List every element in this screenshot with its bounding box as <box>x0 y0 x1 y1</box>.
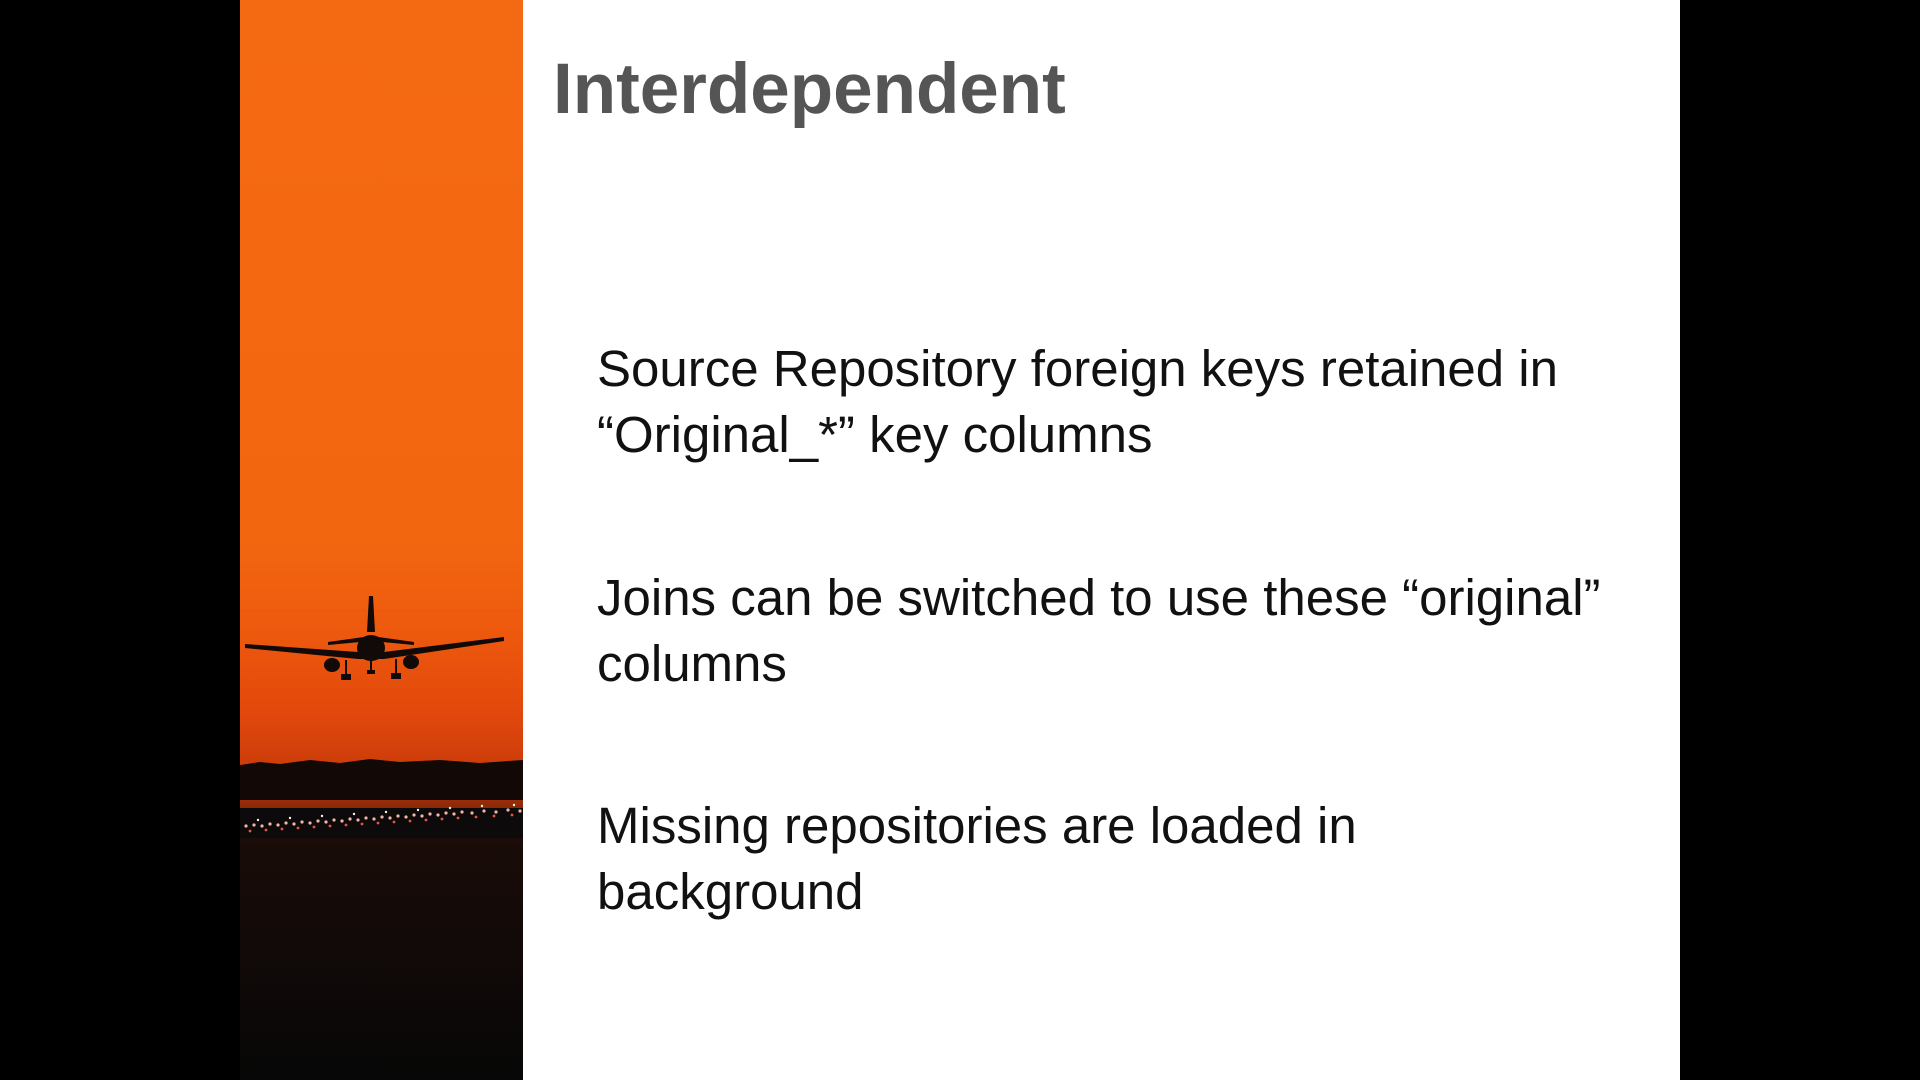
bullet-point-3: Missing repositories are loaded in backg… <box>597 797 1357 920</box>
bullet-point-2: Joins can be switched to use these “orig… <box>597 569 1601 692</box>
sunset-airplane-photo <box>240 0 523 1080</box>
runway-lights <box>240 803 523 838</box>
slide-title: Interdependent <box>553 50 1066 129</box>
presentation-slide: Interdependent Source Repository foreign… <box>240 0 1680 1080</box>
bullet-point-1: Source Repository foreign keys retained … <box>597 340 1559 463</box>
photo-illustration <box>240 0 523 1080</box>
screen: Interdependent Source Repository foreign… <box>0 0 1920 1080</box>
